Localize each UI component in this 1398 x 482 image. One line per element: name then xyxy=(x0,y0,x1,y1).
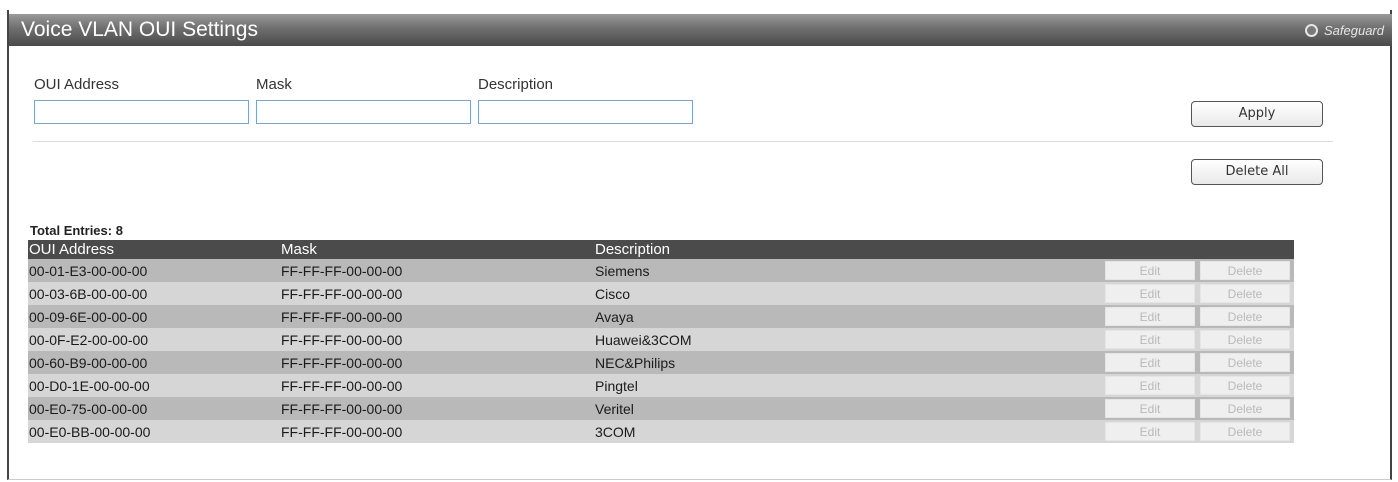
column-header-edit xyxy=(1104,240,1199,259)
delete-button[interactable]: Delete xyxy=(1200,261,1290,280)
delete-cell: Delete xyxy=(1199,282,1294,305)
column-header-description: Description xyxy=(594,240,1104,259)
description-cell: Avaya xyxy=(594,305,1104,328)
edit-cell: Edit xyxy=(1104,282,1199,305)
column-header-oui-address: OUI Address xyxy=(28,240,280,259)
edit-cell: Edit xyxy=(1104,305,1199,328)
delete-button[interactable]: Delete xyxy=(1200,399,1290,418)
table-row: 00-01-E3-00-00-00 FF-FF-FF-00-00-00 Siemen… xyxy=(28,259,1294,282)
column-header-mask: Mask xyxy=(280,240,594,259)
delete-button[interactable]: Delete xyxy=(1200,376,1290,395)
form-divider xyxy=(33,141,1333,142)
description-input[interactable] xyxy=(478,100,693,124)
oui-address-cell: 00-E0-75-00-00-00 xyxy=(28,397,280,420)
table-header-row: OUI Address Mask Description xyxy=(28,240,1294,259)
table-row: 00-60-B9-00-00-00 FF-FF-FF-00-00-00 NEC&Ph… xyxy=(28,351,1294,374)
mask-cell: FF-FF-FF-00-00-00 xyxy=(280,351,594,374)
delete-button[interactable]: Delete xyxy=(1200,284,1290,303)
oui-address-cell: 00-09-6E-00-00-00 xyxy=(28,305,280,328)
edit-cell: Edit xyxy=(1104,328,1199,351)
edit-button[interactable]: Edit xyxy=(1105,422,1195,441)
edit-cell: Edit xyxy=(1104,397,1199,420)
description-cell: Siemens xyxy=(594,259,1104,282)
mask-cell: FF-FF-FF-00-00-00 xyxy=(280,259,594,282)
description-label: Description xyxy=(478,76,554,93)
edit-button[interactable]: Edit xyxy=(1105,261,1195,280)
delete-cell: Delete xyxy=(1199,420,1294,443)
delete-cell: Delete xyxy=(1199,328,1294,351)
column-header-delete xyxy=(1199,240,1294,259)
delete-cell: Delete xyxy=(1199,305,1294,328)
edit-button[interactable]: Edit xyxy=(1105,376,1195,395)
edit-button[interactable]: Edit xyxy=(1105,353,1195,372)
title-bar: Voice VLAN OUI Settings Safeguard xyxy=(9,14,1392,46)
delete-cell: Delete xyxy=(1199,397,1294,420)
oui-address-cell: 00-01-E3-00-00-00 xyxy=(28,259,280,282)
description-cell: Veritel xyxy=(594,397,1104,420)
apply-button[interactable]: Apply xyxy=(1191,101,1323,127)
mask-cell: FF-FF-FF-00-00-00 xyxy=(280,282,594,305)
safeguard-label: Safeguard xyxy=(1324,22,1384,38)
table-row: 00-E0-BB-00-00-00 FF-FF-FF-00-00-00 3COM Ed… xyxy=(28,420,1294,443)
description-cell: Pingtel xyxy=(594,374,1104,397)
delete-cell: Delete xyxy=(1199,374,1294,397)
oui-address-input[interactable] xyxy=(34,100,249,124)
description-cell: Cisco xyxy=(594,282,1104,305)
oui-address-cell: 00-0F-E2-00-00-00 xyxy=(28,328,280,351)
mask-label: Mask xyxy=(256,76,292,93)
table-row: 00-03-6B-00-00-00 FF-FF-FF-00-00-00 Cisco E… xyxy=(28,282,1294,305)
edit-cell: Edit xyxy=(1104,420,1199,443)
description-cell: Huawei&3COM xyxy=(594,328,1104,351)
mask-cell: FF-FF-FF-00-00-00 xyxy=(280,397,594,420)
oui-address-label: OUI Address xyxy=(34,76,120,93)
oui-address-cell: 00-03-6B-00-00-00 xyxy=(28,282,280,305)
delete-cell: Delete xyxy=(1199,259,1294,282)
delete-all-button[interactable]: Delete All xyxy=(1191,159,1323,185)
safeguard-status-icon xyxy=(1305,23,1318,37)
description-cell: 3COM xyxy=(594,420,1104,443)
edit-cell: Edit xyxy=(1104,259,1199,282)
mask-cell: FF-FF-FF-00-00-00 xyxy=(280,328,594,351)
oui-address-cell: 00-60-B9-00-00-00 xyxy=(28,351,280,374)
mask-input[interactable] xyxy=(256,100,471,124)
mask-cell: FF-FF-FF-00-00-00 xyxy=(280,305,594,328)
total-entries: Total Entries: 8 xyxy=(30,223,123,238)
edit-button[interactable]: Edit xyxy=(1105,307,1195,326)
table-row: 00-D0-1E-00-00-00 FF-FF-FF-00-00-00 Pingte… xyxy=(28,374,1294,397)
delete-cell: Delete xyxy=(1199,351,1294,374)
table-row: 00-0F-E2-00-00-00 FF-FF-FF-00-00-00 Huawei… xyxy=(28,328,1294,351)
edit-cell: Edit xyxy=(1104,351,1199,374)
delete-button[interactable]: Delete xyxy=(1200,353,1290,372)
oui-address-cell: 00-E0-BB-00-00-00 xyxy=(28,420,280,443)
edit-button[interactable]: Edit xyxy=(1105,330,1195,349)
safeguard-indicator[interactable]: Safeguard xyxy=(1305,21,1384,39)
mask-cell: FF-FF-FF-00-00-00 xyxy=(280,420,594,443)
description-cell: NEC&Philips xyxy=(594,351,1104,374)
table-row: 00-E0-75-00-00-00 FF-FF-FF-00-00-00 Verite… xyxy=(28,397,1294,420)
table-row: 00-09-6E-00-00-00 FF-FF-FF-00-00-00 Avaya E… xyxy=(28,305,1294,328)
edit-button[interactable]: Edit xyxy=(1105,284,1195,303)
oui-address-cell: 00-D0-1E-00-00-00 xyxy=(28,374,280,397)
delete-button[interactable]: Delete xyxy=(1200,307,1290,326)
delete-button[interactable]: Delete xyxy=(1200,330,1290,349)
oui-table: OUI Address Mask Description 00-01-E3-00… xyxy=(28,240,1294,443)
mask-cell: FF-FF-FF-00-00-00 xyxy=(280,374,594,397)
page-title: Voice VLAN OUI Settings xyxy=(21,18,258,41)
edit-cell: Edit xyxy=(1104,374,1199,397)
delete-button[interactable]: Delete xyxy=(1200,422,1290,441)
edit-button[interactable]: Edit xyxy=(1105,399,1195,418)
